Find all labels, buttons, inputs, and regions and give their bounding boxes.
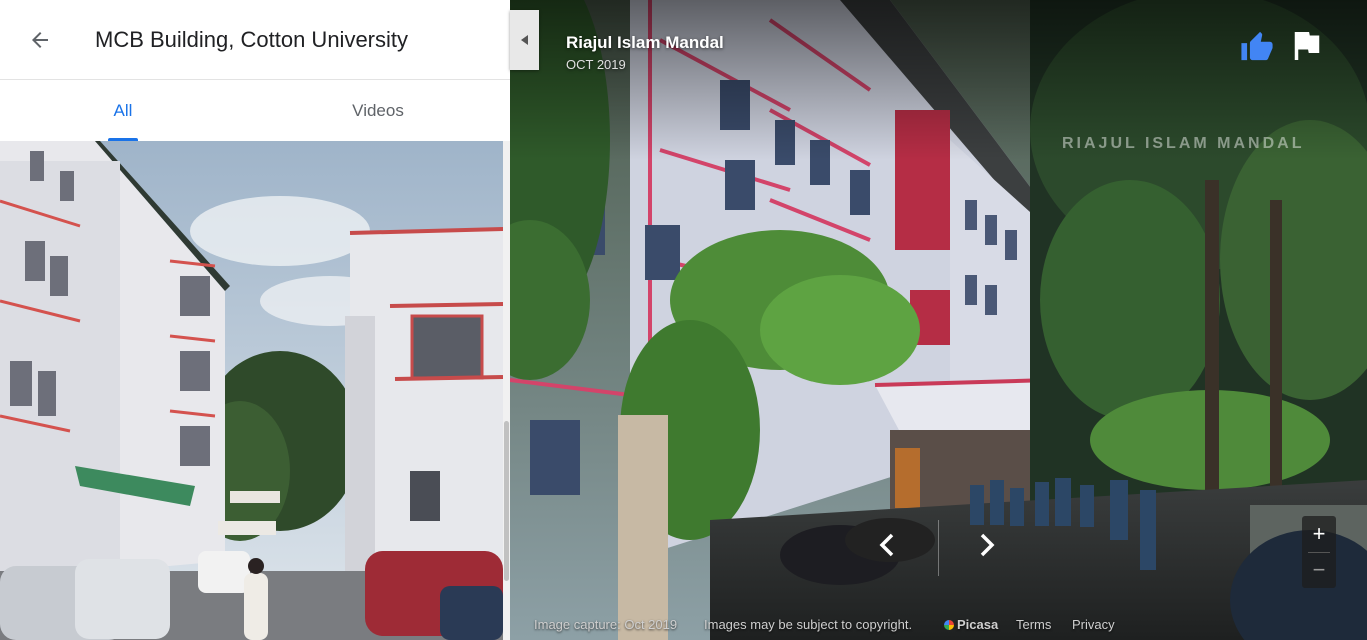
- photo-watermark: RIAJUL ISLAM MANDAL: [1062, 135, 1305, 152]
- tab-videos[interactable]: Videos: [318, 80, 438, 141]
- arrow-back-icon: [32, 32, 48, 48]
- previous-photo-button[interactable]: [870, 528, 904, 562]
- nav-divider: [938, 520, 939, 576]
- picasa-logo[interactable]: Picasa: [944, 617, 998, 632]
- zoom-in-button[interactable]: +: [1302, 516, 1336, 552]
- chevron-right-icon: [980, 533, 995, 557]
- thumbnail-image: [0, 141, 503, 640]
- thumbs-up-icon: [1241, 31, 1273, 61]
- tab-all[interactable]: All: [63, 80, 183, 141]
- collapse-panel-button[interactable]: [510, 10, 539, 70]
- picasa-label: Picasa: [957, 617, 999, 632]
- privacy-link[interactable]: Privacy: [1072, 617, 1115, 632]
- photo-date: OCT 2019: [566, 57, 626, 72]
- back-button[interactable]: [20, 20, 60, 60]
- flag-icon: [1294, 32, 1320, 60]
- zoom-control: + −: [1302, 516, 1336, 588]
- photo-tabs: All Videos: [0, 80, 510, 141]
- capture-info: Image capture: Oct 2019: [534, 617, 678, 632]
- tab-videos-label: Videos: [352, 100, 404, 120]
- chevron-left-icon: [879, 533, 894, 557]
- next-photo-button[interactable]: [970, 528, 1004, 562]
- terms-link[interactable]: Terms: [1016, 617, 1051, 632]
- report-button[interactable]: [1294, 32, 1320, 60]
- caret-left-icon: [520, 35, 528, 45]
- picasa-icon: [944, 619, 954, 630]
- scrollbar-thumb[interactable]: [504, 421, 509, 581]
- side-panel: MCB Building, Cotton University All Vide…: [0, 0, 510, 640]
- panel-header: MCB Building, Cotton University: [0, 0, 510, 80]
- zoom-out-button[interactable]: −: [1302, 552, 1336, 588]
- panel-scrollbar[interactable]: [503, 141, 510, 640]
- copyright-notice: Images may be subject to copyright.: [704, 617, 913, 632]
- photo-author[interactable]: Riajul Islam Mandal: [566, 33, 724, 53]
- tab-all-label: All: [113, 100, 133, 120]
- like-button[interactable]: [1240, 30, 1274, 62]
- place-title: MCB Building, Cotton University: [95, 27, 409, 52]
- photo-thumbnail[interactable]: [0, 141, 503, 640]
